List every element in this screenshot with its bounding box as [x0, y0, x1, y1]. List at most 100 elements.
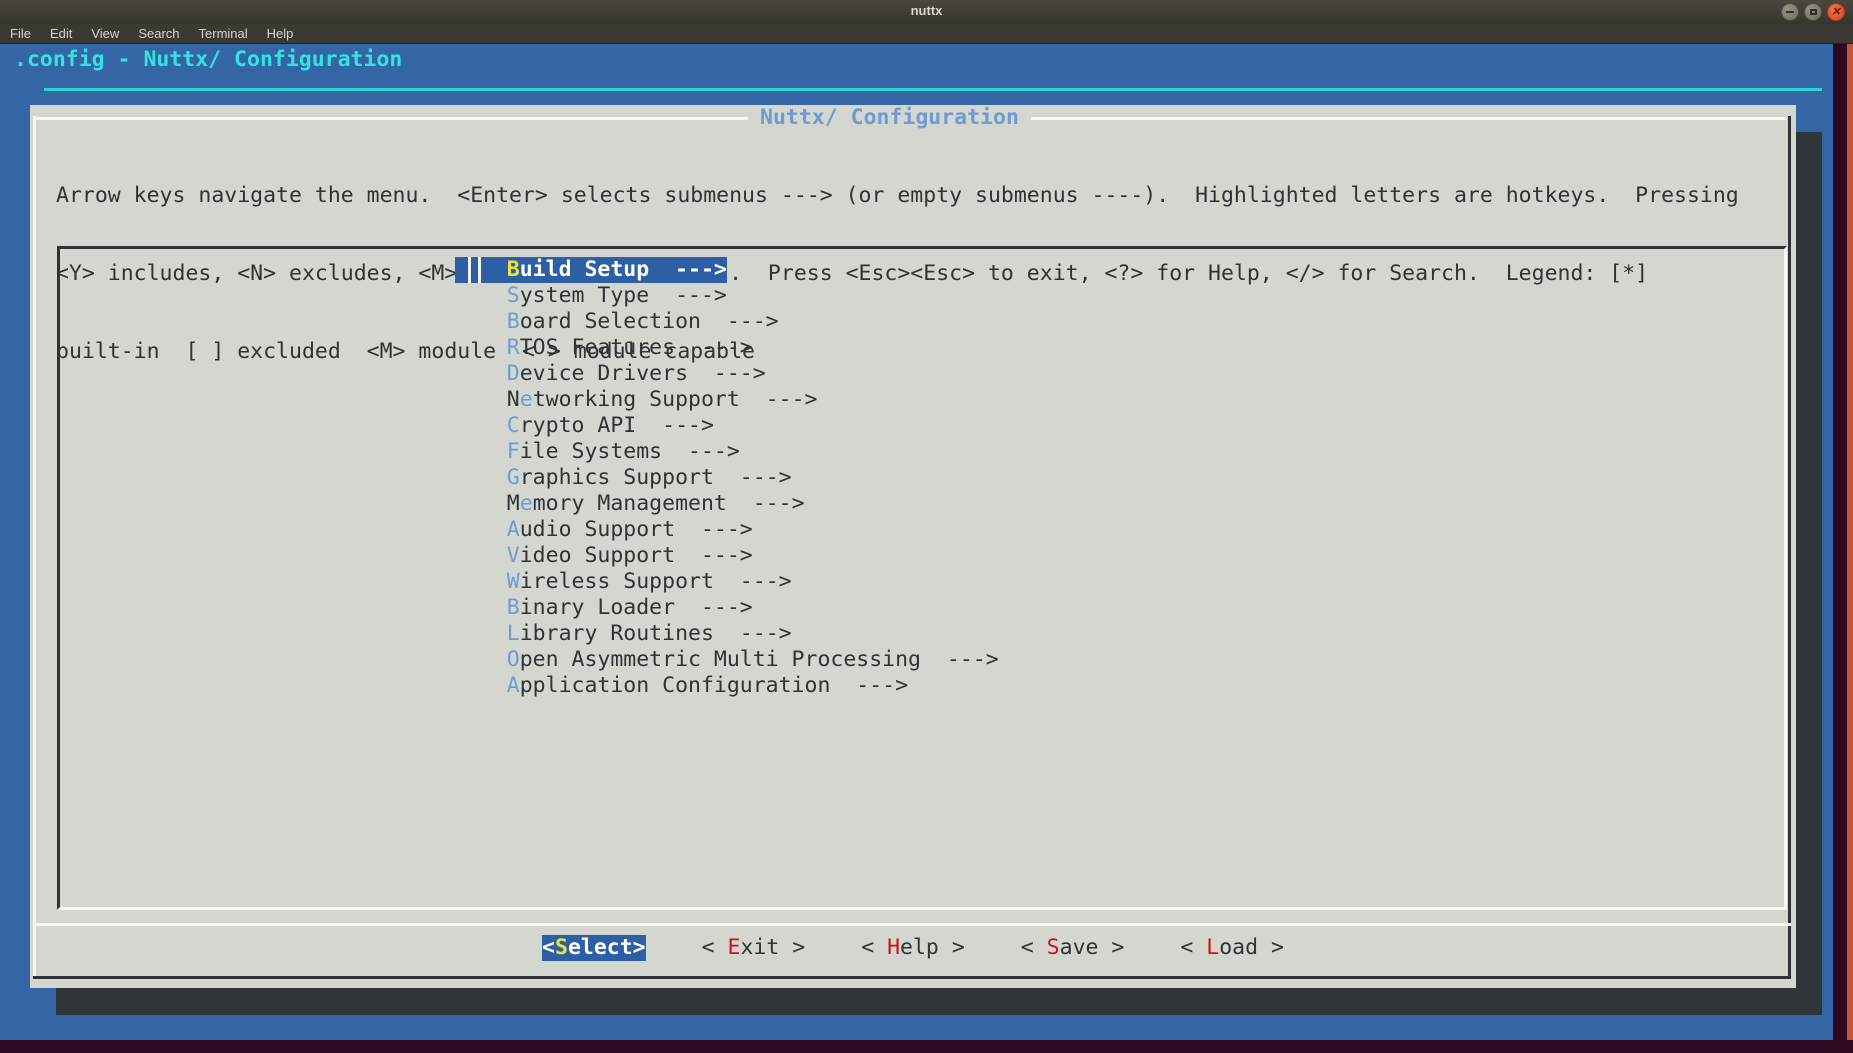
menu-item-audio-support[interactable]: Audio Support ---> — [455, 517, 1784, 543]
button-text: < — [542, 935, 555, 960]
menu-item-text: Board Selection ---> — [455, 309, 779, 335]
label-rest: ireless Support ---> — [520, 569, 792, 594]
load-button[interactable]: < Load > — [1180, 935, 1284, 961]
hotkey-letter: B — [507, 595, 520, 620]
menu-item-text: RTOS Features ---> — [455, 335, 753, 361]
config-dialog: Nuttx/ Configuration Arrow keys navigate… — [30, 105, 1796, 988]
menu-item-text: Library Routines ---> — [455, 621, 792, 647]
menu-item-text: Binary Loader ---> — [455, 595, 753, 621]
close-icon: ✕ — [1831, 7, 1840, 18]
hotkey-letter: e — [520, 387, 533, 412]
dialog-border-bottom — [33, 976, 1791, 979]
indent — [455, 283, 507, 309]
button-hotkey-letter: H — [887, 935, 900, 960]
close-button[interactable]: ✕ — [1827, 3, 1845, 21]
hotkey-letter: A — [507, 673, 520, 698]
save-button[interactable]: < Save > — [1021, 935, 1125, 961]
button-text: elect> — [568, 935, 646, 960]
terminal[interactable]: .config - Nuttx/ Configuration Nuttx/ Co… — [0, 44, 1833, 1040]
menubar-item-edit[interactable]: Edit — [50, 26, 72, 41]
button-hotkey-letter: L — [1206, 935, 1219, 960]
label-rest: ystem Type ---> — [520, 283, 727, 308]
button-text: < — [861, 935, 887, 960]
menu-item-file-systems[interactable]: File Systems ---> — [455, 439, 1784, 465]
indent — [455, 257, 468, 283]
menubar-item-view[interactable]: View — [91, 26, 119, 41]
menubar-item-terminal[interactable]: Terminal — [199, 26, 248, 41]
label-rest: udio Support ---> — [520, 517, 753, 542]
menu-item-application-configuration[interactable]: Application Configuration ---> — [455, 673, 1784, 699]
label-rest: pen Asymmetric Multi Processing ---> — [520, 647, 999, 672]
indent — [455, 465, 507, 491]
button-row: <Select>< Exit >< Help >< Save >< Load > — [30, 935, 1796, 961]
menu-item-text: Video Support ---> — [455, 543, 753, 569]
label-rest: tworking Support ---> — [533, 387, 818, 412]
button-text: < — [1021, 935, 1047, 960]
hotkey-letter: F — [507, 439, 520, 464]
menu-item-video-support[interactable]: Video Support ---> — [455, 543, 1784, 569]
window-controls: ✕ — [1781, 3, 1845, 21]
selection-cursor — [468, 257, 481, 283]
hotkey-letter: O — [507, 647, 520, 672]
menu-item-text: Device Drivers ---> — [455, 361, 766, 387]
hotkey-letter: A — [507, 517, 520, 542]
button-hotkey-letter: E — [728, 935, 741, 960]
menu-item-text: Audio Support ---> — [455, 517, 753, 543]
menu-item-graphics-support[interactable]: Graphics Support ---> — [455, 465, 1784, 491]
button-hotkey-letter: S — [555, 935, 568, 960]
menu-item-memory-management[interactable]: Memory Management ---> — [455, 491, 1784, 517]
menu-item-device-drivers[interactable]: Device Drivers ---> — [455, 361, 1784, 387]
menu-item-networking-support[interactable]: Networking Support ---> — [455, 387, 1784, 413]
indent — [455, 491, 507, 517]
menu-item-wireless-support[interactable]: Wireless Support ---> — [455, 569, 1784, 595]
menubar-item-help[interactable]: Help — [267, 26, 294, 41]
menu-item-board-selection[interactable]: Board Selection ---> — [455, 309, 1784, 335]
indent — [455, 673, 507, 699]
wallpaper-edge — [1847, 44, 1853, 1040]
menu-box: Build Setup ---> System Type ---> Board … — [57, 246, 1787, 910]
button-text: xit > — [740, 935, 805, 960]
hotkey-letter: S — [507, 283, 520, 308]
menubar-item-file[interactable]: File — [10, 26, 31, 41]
menu-item-text: Open Asymmetric Multi Processing ---> — [455, 647, 999, 673]
menubar: File Edit View Search Terminal Help — [0, 24, 1853, 44]
menu-item-text: Build Setup ---> — [455, 257, 727, 283]
help-button[interactable]: < Help > — [861, 935, 965, 961]
menu-item-crypto-api[interactable]: Crypto API ---> — [455, 413, 1784, 439]
menu-item-binary-loader[interactable]: Binary Loader ---> — [455, 595, 1784, 621]
label-rest: evice Drivers ---> — [520, 361, 766, 386]
hotkey-letter: R — [507, 335, 520, 360]
select-button[interactable]: <Select> — [542, 935, 646, 961]
minimize-button[interactable] — [1781, 3, 1799, 21]
indent — [455, 621, 507, 647]
menu-item-open-asymmetric-multi-processing[interactable]: Open Asymmetric Multi Processing ---> — [455, 647, 1784, 673]
title-rule-right — [1031, 117, 1786, 120]
label-rest: ibrary Routines ---> — [520, 621, 792, 646]
dialog-title-row: Nuttx/ Configuration — [36, 105, 1786, 131]
indent — [455, 517, 507, 543]
button-text: ave > — [1060, 935, 1125, 960]
menu-item-system-type[interactable]: System Type ---> — [455, 283, 1784, 309]
maximize-icon — [1810, 9, 1817, 15]
menu-item-rtos-features[interactable]: RTOS Features ---> — [455, 335, 1784, 361]
hotkey-letter: B — [507, 309, 520, 334]
label-rest: pplication Configuration ---> — [520, 673, 908, 698]
exit-button[interactable]: < Exit > — [702, 935, 806, 961]
menu-item-library-routines[interactable]: Library Routines ---> — [455, 621, 1784, 647]
dialog-title: Nuttx/ Configuration — [748, 105, 1031, 131]
indent — [455, 595, 507, 621]
label-rest: rypto API ---> — [520, 413, 714, 438]
desktop: nuttx ✕ FileEditViewSearchTerminalHelp .… — [0, 0, 1853, 1053]
dialog-border-right — [1788, 116, 1791, 977]
button-separator — [33, 923, 1791, 926]
maximize-button[interactable] — [1804, 3, 1822, 21]
menu-item-text: Memory Management ---> — [455, 491, 805, 517]
dialog-border-left — [33, 116, 36, 977]
menu-list: Build Setup ---> System Type ---> Board … — [60, 249, 1784, 699]
menu-item-text: System Type ---> — [455, 283, 727, 309]
menu-item-build-setup[interactable]: Build Setup ---> — [455, 257, 1784, 283]
hotkey-letter: W — [507, 569, 520, 594]
menu-item-text: File Systems ---> — [455, 439, 740, 465]
menubar-item-search[interactable]: Search — [138, 26, 179, 41]
hotkey-letter: C — [507, 413, 520, 438]
